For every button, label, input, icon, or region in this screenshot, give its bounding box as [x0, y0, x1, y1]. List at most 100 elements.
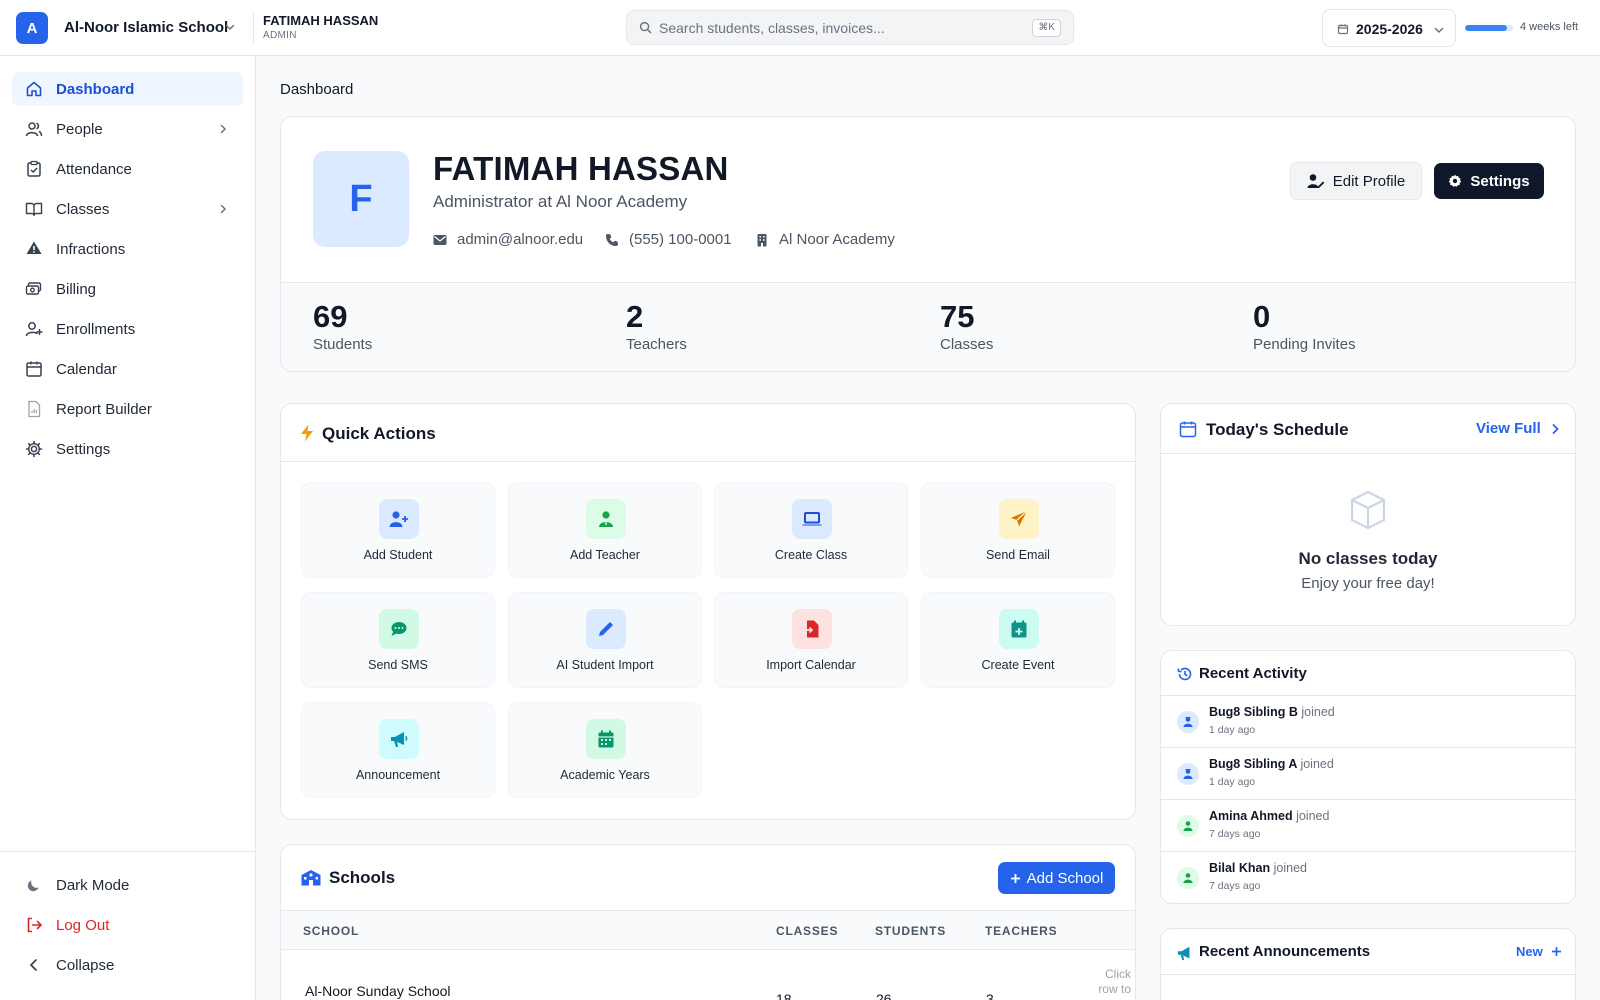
sidebar-item-label: Dark Mode — [56, 877, 130, 894]
global-search[interactable]: ⌘K — [626, 10, 1074, 45]
sms-icon — [379, 609, 419, 649]
logout-button[interactable]: Log Out — [12, 908, 243, 942]
profile-phone-text: (555) 100-0001 — [629, 231, 732, 248]
sidebar-item-attendance[interactable]: Attendance — [12, 152, 243, 186]
quick-action-add-teacher[interactable]: Add Teacher — [508, 482, 702, 578]
sidebar-item-dashboard[interactable]: Dashboard — [12, 72, 243, 106]
student-icon — [1177, 711, 1199, 733]
quick-action-announcement[interactable]: Announcement — [301, 702, 495, 798]
current-user-name: FATIMAH HASSAN — [263, 13, 379, 28]
activity-user-name[interactable]: Bug8 Sibling B — [1209, 705, 1298, 719]
moon-icon — [25, 876, 43, 894]
clipboard-check-icon — [25, 160, 43, 178]
calendar-plus-icon — [999, 609, 1039, 649]
quick-action-create-event[interactable]: Create Event — [921, 592, 1115, 688]
quick-actions-card: Quick Actions Add Student Add Teacher Cr… — [280, 403, 1136, 820]
sidebar-item-label: Collapse — [56, 957, 115, 974]
current-user-role: ADMIN — [263, 30, 297, 41]
profile-name: FATIMAH HASSAN — [433, 150, 729, 187]
school-logo[interactable]: A — [16, 12, 48, 44]
divider — [0, 851, 255, 852]
view-full-schedule-link[interactable]: View Full — [1476, 420, 1561, 437]
activity-item[interactable]: Bug8 Sibling A joined 1 day ago — [1161, 747, 1575, 799]
sidebar-item-classes[interactable]: Classes — [12, 192, 243, 226]
new-announcement-label: New — [1516, 944, 1543, 959]
school-building-icon — [301, 869, 321, 886]
megaphone-icon — [1177, 945, 1193, 961]
column-header-school[interactable]: SCHOOL — [303, 924, 359, 938]
activity-verb: joined — [1296, 809, 1330, 823]
schedule-title: Today's Schedule — [1206, 420, 1349, 439]
search-input[interactable] — [659, 11, 1019, 44]
activity-item[interactable]: Bilal Khan joined 7 days ago — [1161, 851, 1575, 903]
quick-action-send-email[interactable]: Send Email — [921, 482, 1115, 578]
teacher-icon — [1177, 867, 1199, 889]
sidebar-item-label: Dashboard — [56, 81, 135, 98]
settings-button[interactable]: Settings — [1434, 163, 1544, 199]
quick-action-label: Import Calendar — [766, 658, 856, 672]
quick-action-create-class[interactable]: Create Class — [714, 482, 908, 578]
chevron-right-icon — [217, 203, 229, 215]
schools-title: Schools — [329, 868, 396, 887]
sidebar-item-calendar[interactable]: Calendar — [12, 352, 243, 386]
school-students-cell: 26 — [876, 991, 892, 1000]
sidebar-item-settings[interactable]: Settings — [12, 432, 243, 466]
quick-action-label: Academic Years — [560, 768, 650, 782]
divider — [253, 12, 254, 44]
school-classes-cell: 18 — [776, 991, 792, 1000]
sidebar-item-enrollments[interactable]: Enrollments — [12, 312, 243, 346]
stat-value: 0 — [1253, 299, 1271, 334]
column-header-students[interactable]: STUDENTS — [875, 924, 946, 938]
quick-action-import-calendar[interactable]: Import Calendar — [714, 592, 908, 688]
column-header-classes[interactable]: CLASSES — [776, 924, 838, 938]
activity-time: 7 days ago — [1209, 828, 1261, 840]
student-icon — [1177, 763, 1199, 785]
collapse-sidebar-button[interactable]: Collapse — [12, 948, 243, 982]
new-announcement-button[interactable]: New — [1516, 944, 1562, 959]
activity-user-name[interactable]: Bilal Khan — [1209, 861, 1270, 875]
quick-action-send-sms[interactable]: Send SMS — [301, 592, 495, 688]
sidebar-item-billing[interactable]: Billing — [12, 272, 243, 306]
empty-schedule-title: No classes today — [1298, 549, 1438, 568]
quick-action-label: Add Teacher — [570, 548, 640, 562]
column-header-teachers[interactable]: TEACHERS — [985, 924, 1057, 938]
profile-email: admin@alnoor.edu — [433, 231, 583, 248]
search-icon — [639, 21, 652, 34]
empty-box-icon — [1349, 490, 1387, 530]
stat-label: Students — [313, 336, 373, 353]
activity-item[interactable]: Amina Ahmed joined 7 days ago — [1161, 799, 1575, 851]
stat-teachers: 2 Teachers — [626, 299, 687, 353]
activity-user-name[interactable]: Amina Ahmed — [1209, 809, 1293, 823]
chevron-down-icon[interactable] — [224, 21, 236, 33]
quick-action-label: AI Student Import — [556, 658, 654, 672]
stat-classes: 75 Classes — [940, 299, 993, 353]
school-switcher[interactable]: Al-Noor Islamic School — [64, 19, 228, 36]
activity-verb: joined — [1273, 861, 1307, 875]
plus-icon — [1551, 946, 1562, 957]
user-plus-icon — [379, 499, 419, 539]
sidebar-item-people[interactable]: People — [12, 112, 243, 146]
quick-actions-title: Quick Actions — [322, 424, 436, 443]
sidebar-item-report-builder[interactable]: Report Builder — [12, 392, 243, 426]
sidebar-item-infractions[interactable]: Infractions — [12, 232, 243, 266]
school-name-cell: Al-Noor Sunday School — [305, 983, 451, 999]
stat-value: 69 — [313, 299, 348, 334]
sidebar-item-label: Classes — [56, 201, 110, 218]
quick-action-add-student[interactable]: Add Student — [301, 482, 495, 578]
add-school-button[interactable]: Add School — [998, 862, 1115, 894]
profile-email-text: admin@alnoor.edu — [457, 231, 584, 248]
quick-action-academic-years[interactable]: Academic Years — [508, 702, 702, 798]
chevron-down-icon — [1433, 24, 1445, 36]
sidebar-item-label: Enrollments — [56, 321, 136, 338]
activity-user-name[interactable]: Bug8 Sibling A — [1209, 757, 1297, 771]
sidebar-item-label: Billing — [56, 281, 97, 298]
academic-year-select[interactable]: 2025-2026 — [1322, 9, 1456, 47]
quick-action-ai-student-import[interactable]: AI Student Import — [508, 592, 702, 688]
sidebar-item-label: Settings — [56, 441, 111, 458]
recent-activity-title: Recent Activity — [1199, 665, 1307, 682]
card-header: Quick Actions — [281, 404, 1135, 462]
stat-students: 69 Students — [313, 299, 372, 353]
activity-item[interactable]: Bug8 Sibling B joined 1 day ago — [1161, 695, 1575, 747]
edit-profile-button[interactable]: Edit Profile — [1290, 162, 1422, 200]
dark-mode-toggle[interactable]: Dark Mode — [12, 868, 243, 902]
